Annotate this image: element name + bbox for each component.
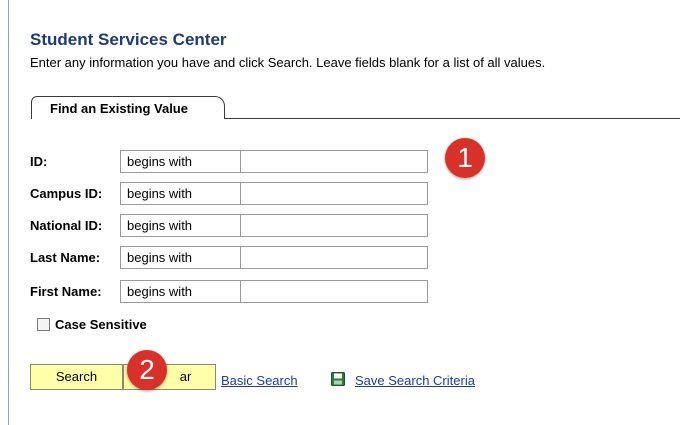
search-button[interactable]: Search [30, 364, 123, 390]
search-page: Student Services Center Enter any inform… [0, 0, 680, 425]
step-marker-1: 1 [445, 138, 485, 178]
field-label: Last Name: [30, 250, 101, 265]
tab-find-existing-value[interactable]: Find an Existing Value [31, 96, 225, 119]
page-instructions: Enter any information you have and click… [30, 55, 546, 70]
national-id-input[interactable] [240, 214, 428, 237]
campus-id-input[interactable] [240, 182, 428, 205]
field-label: National ID: [30, 218, 103, 233]
field-label: ID: [30, 154, 48, 169]
operator-value: begins with [127, 284, 193, 299]
case-sensitive-label: Case Sensitive [55, 317, 147, 332]
operator-value: begins with [127, 218, 193, 233]
last-name-input[interactable] [240, 246, 428, 269]
page-title: Student Services Center [30, 30, 227, 49]
field-label: Campus ID: [30, 186, 103, 201]
page-border [8, 0, 9, 425]
step-marker-2: 2 [127, 350, 167, 390]
id-input[interactable] [240, 150, 428, 173]
field-label: First Name: [30, 284, 102, 299]
operator-value: begins with [127, 154, 193, 169]
tab-divider [225, 118, 680, 119]
case-sensitive-checkbox[interactable] [37, 318, 50, 331]
save-floppy-icon[interactable] [331, 372, 345, 386]
first-name-input[interactable] [240, 280, 428, 303]
basic-search-link[interactable]: Basic Search [221, 373, 298, 388]
operator-value: begins with [127, 250, 193, 265]
save-search-criteria-link[interactable]: Save Search Criteria [355, 373, 475, 388]
operator-value: begins with [127, 186, 193, 201]
